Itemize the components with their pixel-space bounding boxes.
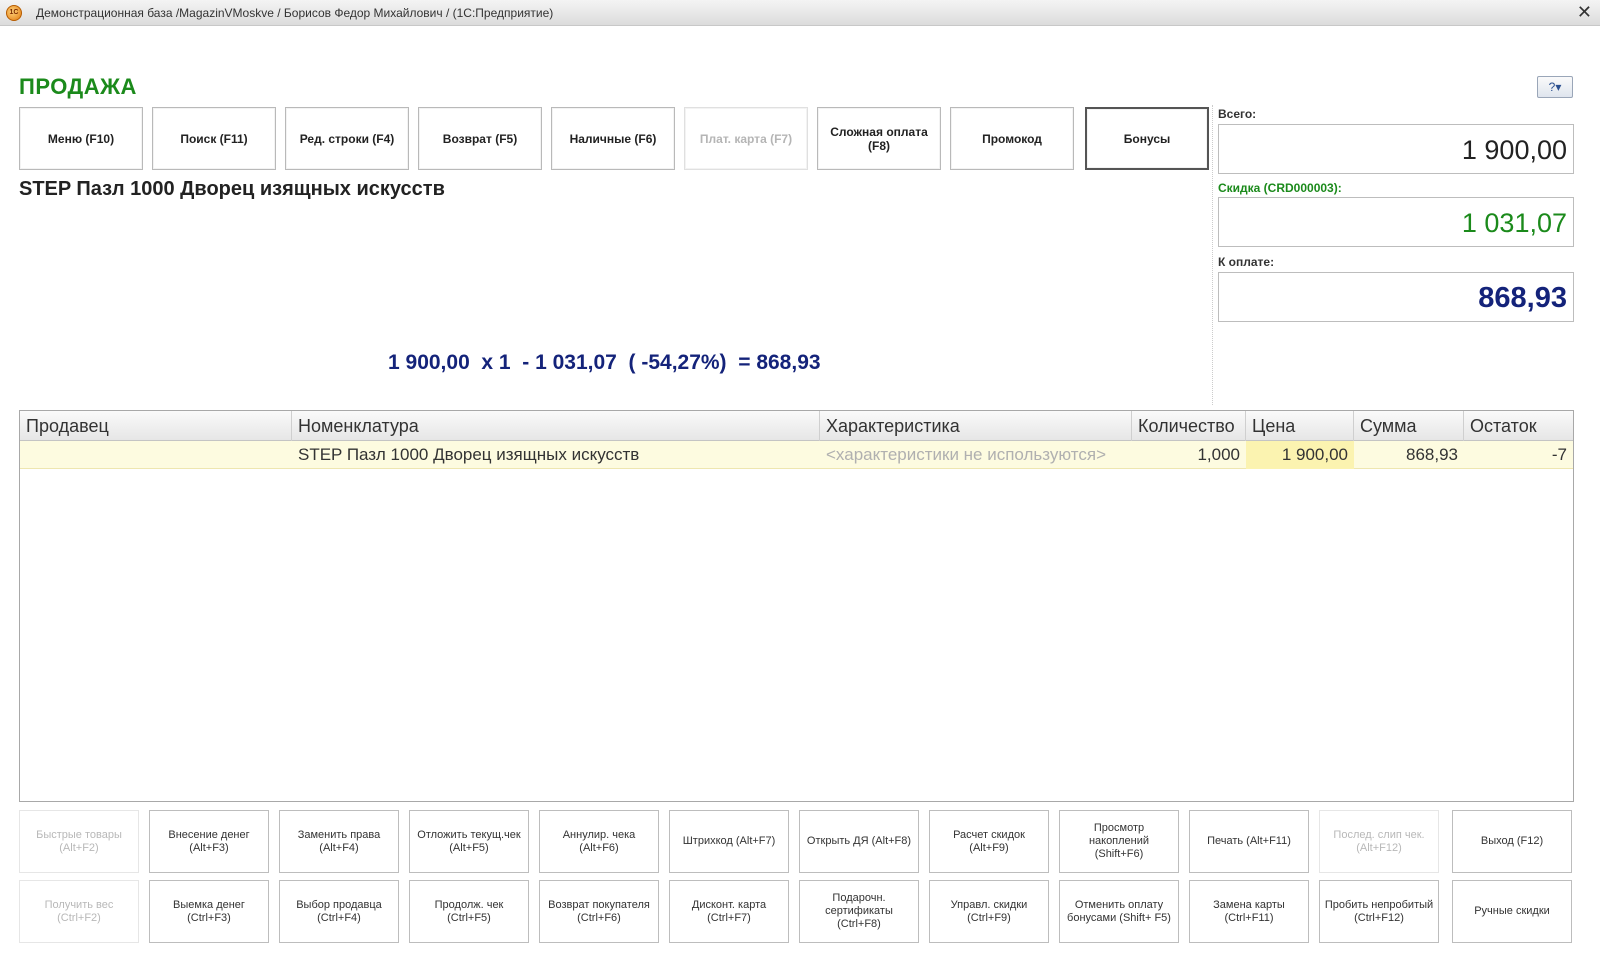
items-table[interactable]: Продавец Номенклатура Характеристика Кол… (19, 410, 1574, 802)
select-seller-button[interactable]: Выбор продавца (Ctrl+F4) (279, 880, 399, 943)
search-button[interactable]: Поиск (F11) (152, 107, 276, 170)
discount-card-button[interactable]: Дисконт. карта (Ctrl+F7) (669, 880, 789, 943)
table-row[interactable]: STEP Пазл 1000 Дворец изящных искусств <… (20, 441, 1573, 469)
column-header-price[interactable]: Цена (1246, 411, 1354, 441)
cell-stock: -7 (1551, 445, 1567, 464)
total-label: Всего: (1218, 107, 1257, 121)
app-logo-icon: 1С (6, 5, 22, 21)
cash-button[interactable]: Наличные (F6) (551, 107, 675, 170)
cell-seller (20, 441, 292, 469)
quick-items-button[interactable]: Быстрые товары (Alt+F2) (19, 810, 139, 873)
return-button[interactable]: Возврат (F5) (418, 107, 542, 170)
manual-discounts-button[interactable]: Ручные скидки (1452, 880, 1572, 943)
panel-divider (1212, 105, 1213, 405)
view-accumulations-button[interactable]: Просмотр накоплений (Shift+F6) (1059, 810, 1179, 873)
page-title: ПРОДАЖА (19, 74, 137, 99)
menu-button[interactable]: Меню (F10) (19, 107, 143, 170)
print-button[interactable]: Печать (Alt+F11) (1189, 810, 1309, 873)
barcode-button[interactable]: Штрихкод (Alt+F7) (669, 810, 789, 873)
window-titlebar: 1С Демонстрационная база /MagazinVMoskve… (0, 0, 1600, 26)
table-header: Продавец Номенклатура Характеристика Кол… (20, 411, 1573, 441)
punch-unpunched-button[interactable]: Пробить непробитый (Ctrl+F12) (1319, 880, 1439, 943)
cancel-bonus-payment-button[interactable]: Отменить оплату бонусами (Shift+ F5) (1059, 880, 1179, 943)
cell-characteristic: <характеристики не используются> (826, 445, 1107, 464)
to-pay-field: 868,93 (1218, 272, 1574, 322)
column-header-sum[interactable]: Сумма (1354, 411, 1464, 441)
edit-row-button[interactable]: Ред. строки (F4) (285, 107, 409, 170)
replace-card-button[interactable]: Замена карты (Ctrl+F11) (1189, 880, 1309, 943)
cash-out-button[interactable]: Выемка денег (Ctrl+F3) (149, 880, 269, 943)
continue-receipt-button[interactable]: Продолж. чек (Ctrl+F5) (409, 880, 529, 943)
column-header-item[interactable]: Номенклатура (292, 411, 820, 441)
exit-button[interactable]: Выход (F12) (1452, 810, 1572, 873)
column-header-stock[interactable]: Остаток (1464, 411, 1573, 441)
column-header-quantity[interactable]: Количество (1132, 411, 1246, 441)
cell-sum: 868,93 (1406, 445, 1458, 464)
window-title: Демонстрационная база /MagazinVMoskve / … (36, 6, 554, 20)
discount-label: Скидка (CRD000003): (1218, 181, 1342, 195)
current-product-name: STEP Пазл 1000 Дворец изящных искусств (19, 178, 445, 200)
calc-discounts-button[interactable]: Расчет скидок (Alt+F9) (929, 810, 1049, 873)
column-header-seller[interactable]: Продавец (20, 411, 292, 441)
total-field: 1 900,00 (1218, 124, 1574, 174)
price-formula: 1 900,00 x 1 - 1 031,07 ( -54,27%) = 868… (388, 351, 821, 374)
complex-payment-button[interactable]: Сложная оплата (F8) (817, 107, 941, 170)
cell-quantity: 1,000 (1197, 445, 1240, 464)
change-rights-button[interactable]: Заменить права (Alt+F4) (279, 810, 399, 873)
last-slip-button[interactable]: Послед. слип чек. (Alt+F12) (1319, 810, 1439, 873)
customer-return-button[interactable]: Возврат покупателя (Ctrl+F6) (539, 880, 659, 943)
gift-certificates-button[interactable]: Подарочн. сертификаты (Ctrl+F8) (799, 880, 919, 943)
open-drawer-button[interactable]: Открыть ДЯ (Alt+F8) (799, 810, 919, 873)
bonuses-button[interactable]: Бонусы (1085, 107, 1209, 170)
card-payment-button[interactable]: Плат. карта (F7) (684, 107, 808, 170)
cell-item: STEP Пазл 1000 Дворец изящных искусств (298, 445, 640, 464)
promocode-button[interactable]: Промокод (950, 107, 1074, 170)
cell-price: 1 900,00 (1246, 441, 1354, 469)
cancel-receipt-button[interactable]: Аннулир. чека (Alt+F6) (539, 810, 659, 873)
postpone-receipt-button[interactable]: Отложить текущ.чек (Alt+F5) (409, 810, 529, 873)
get-weight-button[interactable]: Получить вес (Ctrl+F2) (19, 880, 139, 943)
manage-discounts-button[interactable]: Управл. скидки (Ctrl+F9) (929, 880, 1049, 943)
column-header-characteristic[interactable]: Характеристика (820, 411, 1132, 441)
discount-field: 1 031,07 (1218, 197, 1574, 247)
to-pay-label: К оплате: (1218, 255, 1275, 269)
close-icon[interactable]: ✕ (1577, 2, 1592, 23)
cash-in-button[interactable]: Внесение денег (Alt+F3) (149, 810, 269, 873)
help-button[interactable]: ?▾ (1537, 76, 1573, 98)
